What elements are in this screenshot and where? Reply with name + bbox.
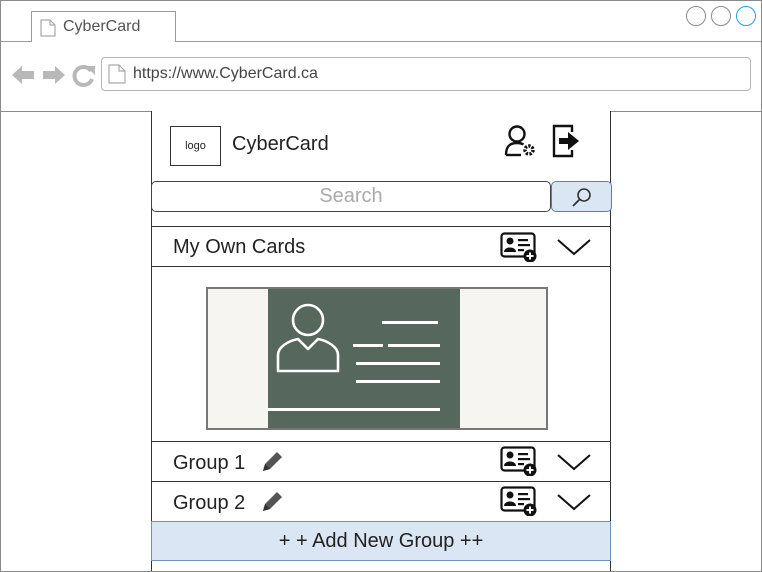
contact-card-icon: [268, 303, 440, 411]
edit-pencil-icon[interactable]: [260, 490, 284, 514]
back-arrow-icon[interactable]: [12, 66, 34, 84]
section-group-2[interactable]: Group 2: [152, 481, 610, 522]
browser-tab[interactable]: CyberCard: [31, 11, 176, 42]
chevron-down-icon[interactable]: [557, 453, 591, 471]
section-label: My Own Cards: [173, 236, 306, 258]
browser-window: CyberCard https://www.CyberCard.ca logo …: [0, 0, 762, 572]
tab-title: CyberCard: [63, 18, 141, 35]
section-label: Group 2: [173, 492, 246, 514]
chevron-down-icon[interactable]: [557, 238, 591, 256]
logo: logo: [170, 126, 221, 166]
address-bar[interactable]: https://www.CyberCard.ca: [101, 57, 751, 91]
search-button[interactable]: [551, 181, 612, 212]
maximize-button[interactable]: [711, 6, 731, 26]
document-icon: [40, 19, 56, 37]
chevron-down-icon[interactable]: [557, 493, 591, 511]
add-card-icon[interactable]: [500, 232, 538, 262]
card-image[interactable]: [206, 287, 548, 430]
user-settings-icon[interactable]: [504, 124, 538, 158]
forward-arrow-icon[interactable]: [43, 66, 65, 84]
minimize-button[interactable]: [686, 6, 706, 26]
url-text: https://www.CyberCard.ca: [133, 65, 318, 82]
edit-pencil-icon[interactable]: [260, 450, 284, 474]
card-face: [268, 289, 460, 428]
logout-icon[interactable]: [552, 124, 582, 158]
search-icon: [572, 188, 591, 207]
add-new-group-button[interactable]: + + Add New Group ++: [151, 521, 611, 561]
logo-text: logo: [185, 140, 206, 152]
app-title: CyberCard: [232, 133, 329, 155]
add-card-icon[interactable]: [500, 486, 538, 516]
nav-controls: [12, 65, 95, 87]
add-card-icon[interactable]: [500, 446, 538, 476]
reload-icon[interactable]: [72, 65, 95, 87]
browser-chrome: CyberCard https://www.CyberCard.ca: [1, 1, 761, 112]
app-panel: logo CyberCard Search My Own Cards Group…: [151, 111, 612, 571]
section-group-1[interactable]: Group 1: [152, 441, 610, 482]
search-input[interactable]: Search: [151, 181, 551, 212]
page-icon: [108, 64, 126, 84]
close-button[interactable]: [736, 6, 756, 26]
section-label: Group 1: [173, 452, 246, 474]
section-my-own-cards[interactable]: My Own Cards: [152, 226, 610, 267]
